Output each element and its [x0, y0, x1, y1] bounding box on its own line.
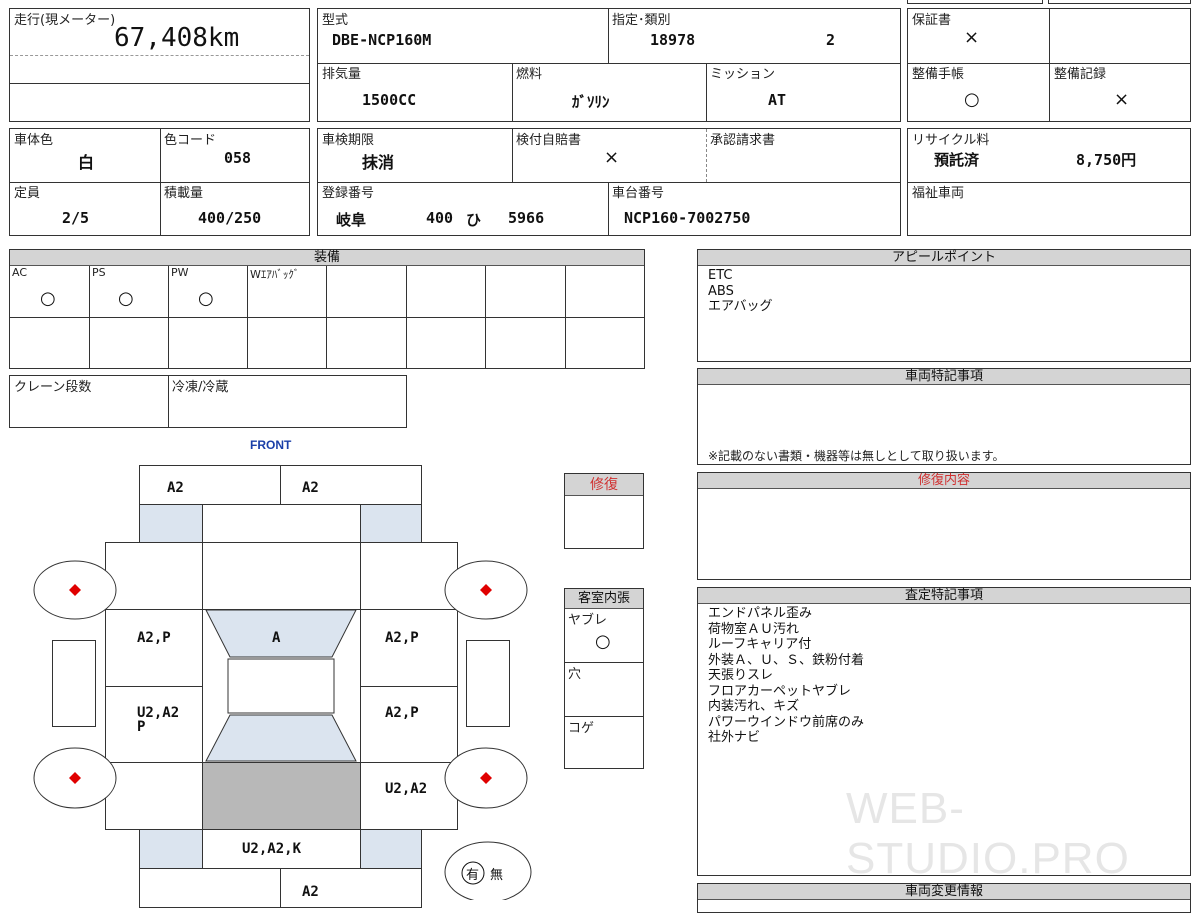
- spare-no-label: 無: [490, 868, 504, 883]
- spare-tire: [444, 841, 532, 900]
- tires-svg: [33, 560, 532, 900]
- spare-yes-label: 有: [466, 868, 480, 883]
- top-stub: [1048, 0, 1191, 4]
- top-stub-left: [907, 0, 1043, 4]
